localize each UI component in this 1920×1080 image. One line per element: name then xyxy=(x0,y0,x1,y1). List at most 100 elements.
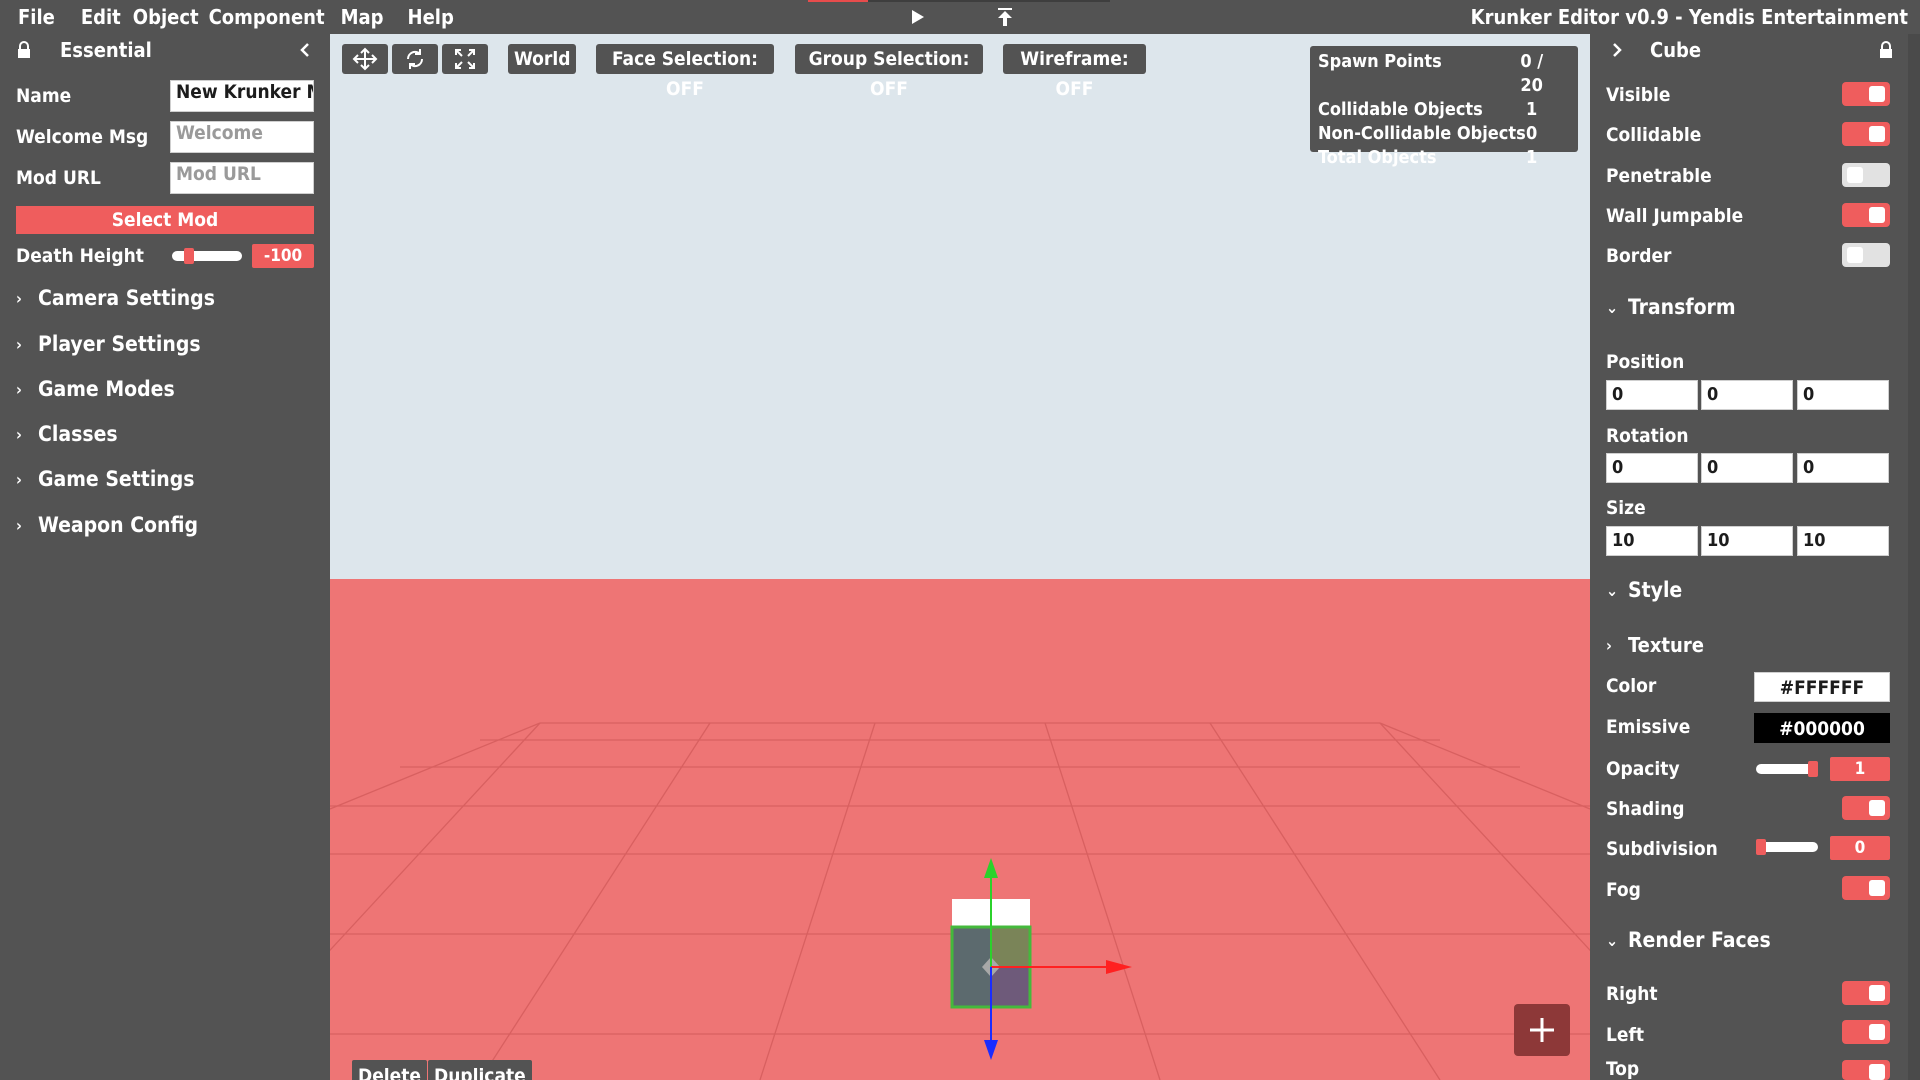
menu-edit[interactable]: Edit xyxy=(67,0,127,34)
toggle-knob xyxy=(1869,126,1885,142)
scale-tool[interactable] xyxy=(442,44,488,74)
slider-knob[interactable] xyxy=(184,248,194,264)
subdivision-slider[interactable] xyxy=(1756,839,1818,855)
section-camera-settings[interactable]: › Camera Settings xyxy=(16,282,215,314)
chevron-right-icon: › xyxy=(16,469,22,489)
emissive-label: Emissive xyxy=(1606,716,1691,738)
rotate-tool[interactable] xyxy=(392,44,438,74)
stat-row: Collidable Objects 1 xyxy=(1318,98,1570,122)
chevron-right-icon: › xyxy=(16,424,22,444)
wall-jumpable-toggle[interactable] xyxy=(1842,203,1890,227)
section-label: Texture xyxy=(1628,633,1704,657)
chevron-left-icon[interactable] xyxy=(298,42,312,58)
group-selection-toggle[interactable]: Group Selection: OFF xyxy=(795,44,983,100)
face-right-toggle[interactable] xyxy=(1842,981,1890,1005)
app-title: Krunker Editor v0.9 - Yendis Entertainme… xyxy=(1470,5,1908,29)
visible-toggle[interactable] xyxy=(1842,82,1890,106)
wireframe-toggle[interactable]: Wireframe: OFF xyxy=(1003,44,1146,100)
gizmo-x-arrow[interactable] xyxy=(1106,960,1132,974)
face-left-toggle[interactable] xyxy=(1842,1020,1890,1044)
prop-label: Wall Jumpable xyxy=(1606,205,1744,227)
menu-component[interactable]: Component xyxy=(205,0,333,34)
section-label: Classes xyxy=(38,422,118,446)
border-toggle[interactable] xyxy=(1842,243,1890,267)
position-x-input[interactable]: 0 xyxy=(1606,380,1698,410)
size-z-input[interactable]: 10 xyxy=(1797,526,1889,556)
play-icon[interactable] xyxy=(905,5,929,29)
menu-help[interactable]: Help xyxy=(396,0,466,34)
lock-icon[interactable] xyxy=(1878,41,1894,59)
toggle-knob xyxy=(1869,86,1885,102)
texture-section[interactable]: › Texture xyxy=(1606,630,1704,660)
style-section[interactable]: ⌄ Style xyxy=(1606,575,1682,605)
death-height-value[interactable]: -100 xyxy=(252,244,314,268)
penetrable-toggle[interactable] xyxy=(1842,163,1890,187)
menu-file[interactable]: File xyxy=(0,0,67,34)
publish-icon[interactable] xyxy=(993,5,1017,29)
color-label: Color xyxy=(1606,675,1657,697)
slider-knob[interactable] xyxy=(1808,761,1818,777)
toggle-knob xyxy=(1869,1024,1885,1040)
menu-object[interactable]: Object xyxy=(127,0,205,34)
rotation-label-row: Rotation xyxy=(1606,421,1896,451)
rotation-y-input[interactable]: 0 xyxy=(1701,453,1793,483)
position-y-input[interactable]: 0 xyxy=(1701,380,1793,410)
collidable-toggle[interactable] xyxy=(1842,122,1890,146)
death-height-slider[interactable] xyxy=(172,248,242,264)
size-y-input[interactable]: 10 xyxy=(1701,526,1793,556)
duplicate-button[interactable]: Duplicate xyxy=(428,1060,532,1080)
stat-value: 0 xyxy=(1526,123,1538,144)
size-label: Size xyxy=(1606,497,1646,519)
scale-icon xyxy=(455,49,475,69)
stat-row: Spawn Points 0 / 20 xyxy=(1318,50,1570,98)
properties-scrollbar[interactable] xyxy=(1908,34,1920,1080)
cube-object[interactable] xyxy=(900,774,1170,1074)
delete-button[interactable]: Delete xyxy=(352,1060,428,1080)
scene-viewport[interactable]: World Face Selection: OFF Group Selectio… xyxy=(330,34,1590,1080)
section-weapon-config[interactable]: › Weapon Config xyxy=(16,509,198,541)
face-label: Left xyxy=(1606,1024,1645,1046)
position-z-input[interactable]: 0 xyxy=(1797,380,1889,410)
opacity-value[interactable]: 1 xyxy=(1830,757,1890,781)
render-faces-section[interactable]: ⌄ Render Faces xyxy=(1606,925,1771,955)
welcome-row: Welcome Msg Welcome xyxy=(16,121,314,153)
welcome-msg-input[interactable]: Welcome xyxy=(170,121,314,153)
chevron-right-icon[interactable] xyxy=(1610,42,1624,58)
gizmo-y-arrow[interactable] xyxy=(984,858,998,878)
shading-toggle[interactable] xyxy=(1842,796,1890,820)
face-top-toggle[interactable] xyxy=(1842,1060,1890,1080)
position-label: Position xyxy=(1606,351,1685,373)
transform-section[interactable]: ⌄ Transform xyxy=(1606,292,1736,322)
lock-icon[interactable] xyxy=(16,41,32,59)
section-game-settings[interactable]: › Game Settings xyxy=(16,463,195,495)
rotation-z-input[interactable]: 0 xyxy=(1797,453,1889,483)
fog-toggle[interactable] xyxy=(1842,876,1890,900)
add-object-button[interactable] xyxy=(1514,1004,1570,1056)
chevron-right-icon: › xyxy=(1606,635,1612,655)
menu-map[interactable]: Map xyxy=(333,0,396,34)
subdivision-value[interactable]: 0 xyxy=(1830,836,1890,860)
select-mod-button[interactable]: Select Mod xyxy=(16,206,314,234)
stat-value: 0 / 20 xyxy=(1520,51,1544,96)
object-title: Cube xyxy=(1650,38,1702,62)
mod-url-label: Mod URL xyxy=(16,167,101,189)
world-space-toggle[interactable]: World xyxy=(508,44,576,74)
mod-url-input[interactable]: Mod URL xyxy=(170,162,314,194)
properties-panel-header: Cube xyxy=(1590,34,1920,68)
section-classes[interactable]: › Classes xyxy=(16,418,118,450)
rotation-x-input[interactable]: 0 xyxy=(1606,453,1698,483)
face-selection-toggle[interactable]: Face Selection: OFF xyxy=(596,44,774,100)
map-name-input[interactable]: New Krunker Map xyxy=(170,80,314,112)
section-player-settings[interactable]: › Player Settings xyxy=(16,328,201,360)
opacity-slider[interactable] xyxy=(1756,761,1818,777)
section-label: Camera Settings xyxy=(38,286,215,310)
panel-title: Essential xyxy=(60,38,152,62)
plus-icon xyxy=(1530,1018,1554,1042)
move-tool[interactable] xyxy=(342,44,388,74)
size-x-input[interactable]: 10 xyxy=(1606,526,1698,556)
slider-knob[interactable] xyxy=(1756,839,1766,855)
gizmo-z-arrow[interactable] xyxy=(984,1040,998,1060)
section-game-modes[interactable]: › Game Modes xyxy=(16,373,175,405)
emissive-picker[interactable]: #000000 xyxy=(1754,713,1890,743)
color-picker[interactable]: #FFFFFF xyxy=(1754,672,1890,702)
